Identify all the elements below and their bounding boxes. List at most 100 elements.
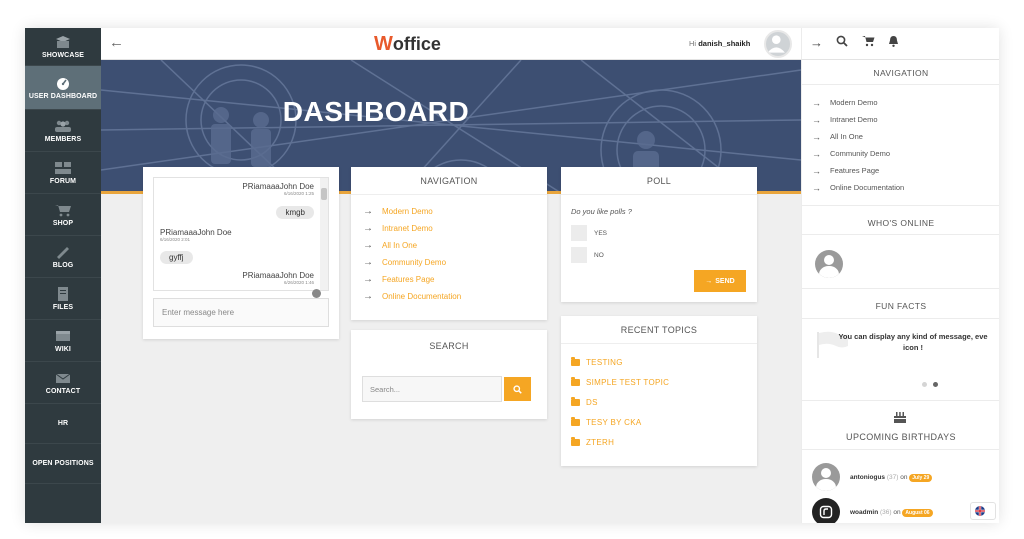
sidebar-item-showcase[interactable]: SHOWCASE <box>25 28 101 66</box>
chat-message-input[interactable]: Enter message here <box>153 298 329 327</box>
nav-link-intranet-demo[interactable]: → Intranet Demo <box>363 220 537 237</box>
topic-link[interactable]: ZTERH <box>571 432 747 452</box>
birthday-username[interactable]: antoniogus <box>850 474 885 481</box>
sidebar-item-label: USER DASHBOARD <box>28 92 98 100</box>
sidebar-item-files[interactable]: FILES <box>25 278 101 320</box>
chat-author: PRiamaaaJohn Doe <box>242 182 314 191</box>
user-greeting[interactable]: Hi danish_shaikh <box>689 39 750 48</box>
sidebar-nav-link[interactable]: → Community Demo <box>812 145 904 162</box>
nav-link-label: All In One <box>830 132 863 141</box>
arrow-right-icon[interactable]: → <box>810 35 823 50</box>
user-avatar[interactable] <box>764 30 792 58</box>
sidebar-item-hr[interactable]: HR <box>25 404 101 444</box>
online-user-avatar[interactable] <box>815 250 843 278</box>
sidebar-item-blog[interactable]: BLOG <box>25 236 101 278</box>
birthday-date-badge: August 06 <box>902 509 933 517</box>
poll-option-no[interactable]: NO <box>571 247 604 263</box>
topic-label: TESY BY CKA <box>586 417 642 427</box>
folder-icon <box>571 396 580 406</box>
greeting-text: Hi <box>689 39 697 48</box>
poll-option-label: YES <box>594 229 608 237</box>
topic-link[interactable]: TESY BY CKA <box>571 412 747 432</box>
poll-checkbox[interactable] <box>571 225 587 241</box>
sidebar-nav-link[interactable]: → Features Page <box>812 162 904 179</box>
arrow-right-icon: → <box>363 291 373 302</box>
poll-option-label: NO <box>594 251 604 259</box>
right-sidebar: NAVIGATION → Modern Demo → Intranet Demo →… <box>801 60 999 523</box>
cart-icon[interactable] <box>862 35 875 50</box>
back-arrow-icon[interactable]: ← <box>109 34 124 51</box>
widget-title: POLL <box>561 167 757 195</box>
birthday-username[interactable]: woadmin <box>850 509 878 516</box>
sidebar-item-user-dashboard[interactable]: USER DASHBOARD <box>25 66 101 110</box>
sidebar-widget-title: FUN FACTS <box>875 301 927 311</box>
sidebar-item-wiki[interactable]: WIKI <box>25 320 101 362</box>
folder-icon <box>571 376 580 386</box>
language-switcher[interactable] <box>970 502 996 520</box>
nav-link-label: Online Documentation <box>382 292 462 301</box>
nav-link-label: All In One <box>382 241 418 250</box>
search-button[interactable] <box>504 377 531 401</box>
sidebar-item-label: FORUM <box>49 177 77 185</box>
emoji-icon[interactable] <box>312 289 321 298</box>
poll-send-button[interactable]: → SEND <box>694 270 746 292</box>
showcase-icon <box>54 35 72 49</box>
sidebar-item-label: BLOG <box>52 261 74 269</box>
arrow-right-icon: → <box>363 257 373 268</box>
files-icon <box>54 286 72 301</box>
sidebar-nav-link[interactable]: → All In One <box>812 128 904 145</box>
carousel-dot-active[interactable] <box>933 382 938 387</box>
sidebar-item-members[interactable]: MEMBERS <box>25 110 101 152</box>
birthday-user-avatar[interactable] <box>812 463 840 491</box>
nav-link-community-demo[interactable]: → Community Demo <box>363 254 537 271</box>
sidebar-item-contact[interactable]: CONTACT <box>25 362 101 404</box>
arrow-right-icon: → <box>363 206 373 217</box>
sidebar-item-shop[interactable]: SHOP <box>25 194 101 236</box>
arrow-right-icon: → <box>363 223 373 234</box>
topic-label: ZTERH <box>586 437 615 447</box>
blog-icon <box>54 245 72 259</box>
cart-icon <box>54 203 72 217</box>
username: danish_shaikh <box>698 39 751 48</box>
app-logo[interactable]: Woffice <box>374 33 441 56</box>
chat-widget: PRiamaaaJohn Doe 6/16/2020 1:25 kmgb PRi… <box>143 167 339 339</box>
carousel-dot[interactable] <box>922 382 927 387</box>
sidebar-item-open-positions[interactable]: OPEN POSITIONS <box>25 444 101 484</box>
widget-title: RECENT TOPICS <box>561 316 757 344</box>
fun-fact-text: icon ! <box>903 343 923 352</box>
nav-link-label: Features Page <box>382 275 435 284</box>
nav-link-online-documentation[interactable]: → Online Documentation <box>363 288 537 305</box>
poll-option-yes[interactable]: YES <box>571 225 607 241</box>
nav-link-features-page[interactable]: → Features Page <box>363 271 537 288</box>
bell-icon[interactable] <box>888 35 899 50</box>
topic-link[interactable]: SIMPLE TEST TOPIC <box>571 372 747 392</box>
nav-link-label: Intranet Demo <box>382 224 433 233</box>
chat-messages[interactable]: PRiamaaaJohn Doe 6/16/2020 1:25 kmgb PRi… <box>153 177 329 291</box>
sidebar-item-label: SHOP <box>52 219 74 227</box>
woadmin-logo-icon <box>819 505 833 519</box>
widget-title: NAVIGATION <box>351 167 547 195</box>
chat-message: PRiamaaaJohn Doe 6/26/2020 1:46 <box>242 271 314 285</box>
search-input[interactable]: Search... <box>362 376 502 402</box>
nav-link-modern-demo[interactable]: → Modern Demo <box>363 203 537 220</box>
arrow-right-icon: → <box>363 240 373 251</box>
dashboard-gauge-icon <box>54 76 72 90</box>
topic-link[interactable]: DS <box>571 392 747 412</box>
sidebar-nav-link[interactable]: → Modern Demo <box>812 94 904 111</box>
sidebar-item-forum[interactable]: FORUM <box>25 152 101 194</box>
chat-scrollbar[interactable] <box>320 178 328 290</box>
wiki-icon <box>54 329 72 343</box>
search-icon[interactable] <box>836 35 848 50</box>
sidebar-nav-link[interactable]: → Online Documentation <box>812 179 904 196</box>
sidebar-widget-title: UPCOMING BIRTHDAYS <box>846 432 956 442</box>
chat-time: 6/26/2020 1:46 <box>283 280 314 285</box>
sidebar-nav-link[interactable]: → Intranet Demo <box>812 111 904 128</box>
scroll-thumb[interactable] <box>321 188 327 200</box>
widget-title: SEARCH <box>429 341 469 351</box>
birthday-user-avatar[interactable] <box>812 498 840 523</box>
nav-link-all-in-one[interactable]: → All In One <box>363 237 537 254</box>
poll-checkbox[interactable] <box>571 247 587 263</box>
recent-topics-widget: RECENT TOPICS TESTING SIMPLE TEST TOPIC … <box>561 316 757 466</box>
topic-link[interactable]: TESTING <box>571 352 747 372</box>
nav-link-label: Intranet Demo <box>830 115 878 124</box>
